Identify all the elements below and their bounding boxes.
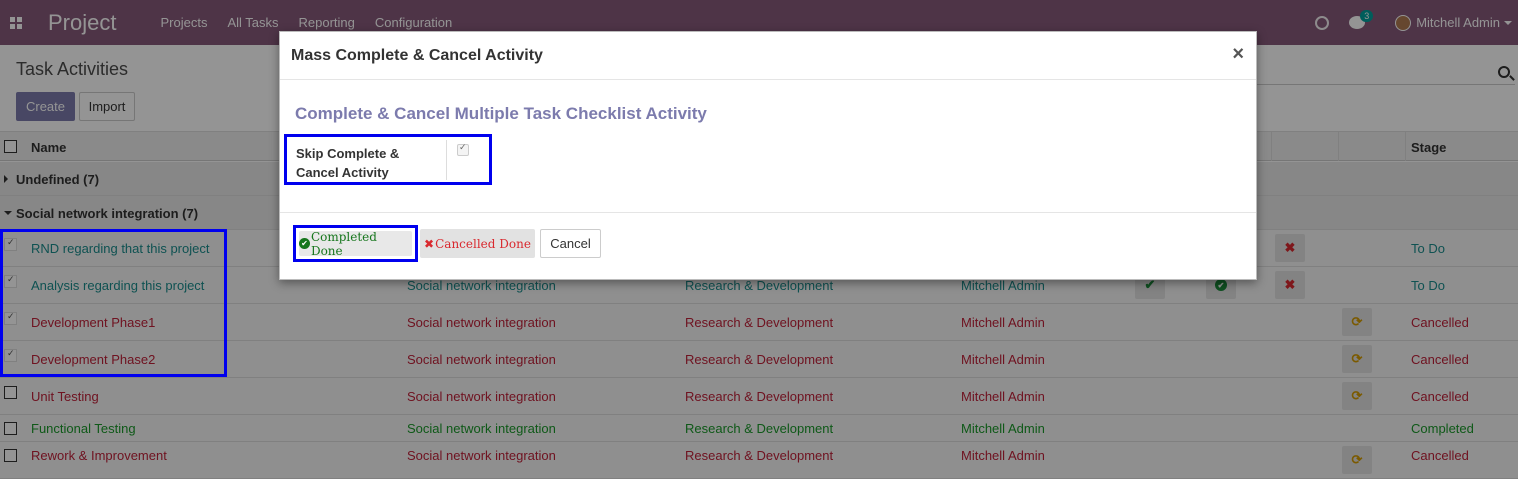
skip-checkbox[interactable] — [457, 142, 469, 156]
mass-activity-dialog: Mass Complete & Cancel Activity × Comple… — [279, 31, 1257, 280]
ok-circle-icon: ✔ — [299, 238, 310, 249]
remove-icon: ✖ — [424, 236, 435, 251]
cancel-button[interactable]: Cancel — [540, 229, 601, 258]
dialog-header: Mass Complete & Cancel Activity × — [280, 32, 1256, 80]
highlight-completed-button: ✔ Completed Done — [293, 225, 418, 262]
cancelled-done-button[interactable]: ✖ Cancelled Done — [420, 229, 535, 258]
highlight-selected-rows — [0, 229, 227, 377]
completed-done-button[interactable]: ✔ Completed Done — [299, 229, 412, 258]
field-separator — [446, 140, 447, 180]
skip-field-group: Skip Complete & Cancel Activity — [284, 134, 492, 185]
cancelled-done-label: Cancelled Done — [435, 236, 531, 251]
dialog-footer-divider — [280, 212, 1256, 213]
dialog-title: Mass Complete & Cancel Activity — [291, 47, 543, 64]
skip-label: Skip Complete & Cancel Activity — [296, 146, 400, 180]
dialog-heading: Complete & Cancel Multiple Task Checklis… — [295, 104, 707, 123]
close-icon[interactable]: × — [1232, 43, 1244, 66]
completed-done-label: Completed Done — [310, 229, 377, 258]
